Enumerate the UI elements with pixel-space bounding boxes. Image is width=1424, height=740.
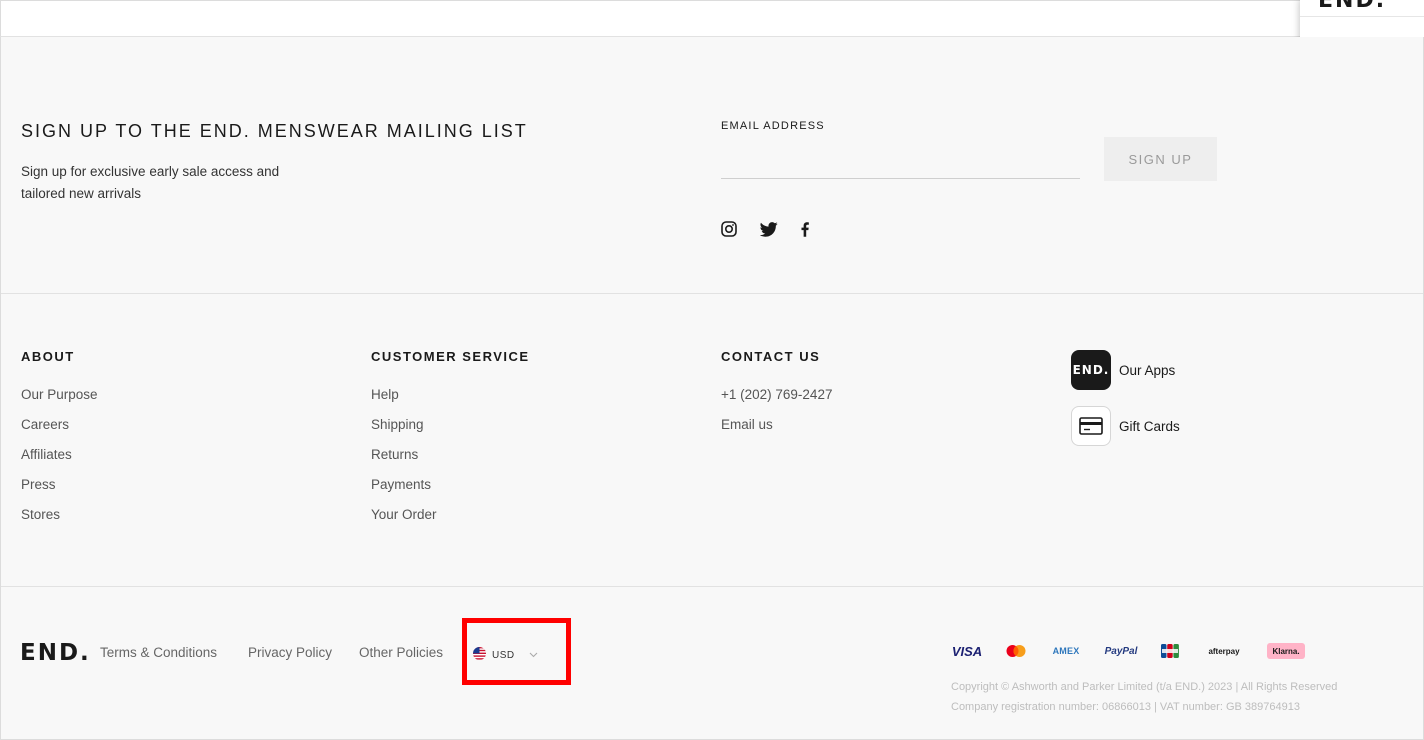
section-divider bbox=[1, 293, 1423, 294]
signup-description: Sign up for exclusive early sale access … bbox=[21, 164, 280, 201]
registration-line: Company registration number: 06866013 | … bbox=[951, 701, 1300, 713]
klarna-icon: Klarna. bbox=[1267, 643, 1305, 659]
our-apps-link[interactable]: END. Our Apps bbox=[1071, 350, 1175, 390]
customer-service-link[interactable]: Returns bbox=[371, 445, 437, 475]
customer-service-link[interactable]: Payments bbox=[371, 475, 437, 505]
visa-icon: VISA bbox=[951, 643, 983, 659]
about-link[interactable]: Press bbox=[21, 475, 98, 505]
us-flag-icon bbox=[473, 647, 486, 663]
header-strip bbox=[0, 0, 1424, 37]
signup-title: SIGN UP TO THE END. MENSWEAR MAILING LIS… bbox=[21, 121, 528, 141]
about-heading: ABOUT bbox=[21, 349, 75, 364]
currency-selector[interactable]: USD bbox=[473, 647, 538, 663]
terms-link[interactable]: Terms & Conditions bbox=[100, 645, 217, 660]
sign-up-button[interactable]: SIGN UP bbox=[1104, 137, 1217, 181]
customer-service-list: Help Shipping Returns Payments Your Orde… bbox=[371, 385, 437, 535]
popup-divider bbox=[1300, 16, 1424, 17]
instagram-icon[interactable] bbox=[720, 220, 738, 238]
paypal-icon: PayPal bbox=[1104, 645, 1138, 657]
customer-service-link[interactable]: Help bbox=[371, 385, 437, 415]
payment-methods: VISA AMEX PayPal afterpay Klarna. bbox=[951, 642, 1305, 660]
site-footer: SIGN UP TO THE END. MENSWEAR MAILING LIS… bbox=[0, 37, 1424, 740]
gift-cards-link[interactable]: Gift Cards bbox=[1071, 406, 1180, 446]
contact-heading: CONTACT US bbox=[721, 349, 821, 364]
privacy-link[interactable]: Privacy Policy bbox=[248, 645, 332, 660]
copyright-line: Copyright © Ashworth and Parker Limited … bbox=[951, 681, 1338, 693]
contact-list: +1 (202) 769-2427 Email us bbox=[721, 385, 832, 445]
end-app-icon: END. bbox=[1071, 350, 1111, 390]
about-link[interactable]: Stores bbox=[21, 505, 98, 535]
end-logo[interactable]: END. bbox=[20, 640, 91, 666]
customer-service-heading: CUSTOMER SERVICE bbox=[371, 349, 530, 364]
chevron-down-icon bbox=[529, 650, 538, 661]
amex-icon: AMEX bbox=[1052, 646, 1080, 656]
contact-email-link[interactable]: Email us bbox=[721, 415, 832, 445]
jcb-icon bbox=[1161, 642, 1179, 660]
mastercard-icon bbox=[1005, 642, 1027, 660]
email-label: EMAIL ADDRESS bbox=[721, 120, 825, 132]
afterpay-icon: afterpay bbox=[1208, 646, 1240, 656]
email-field[interactable] bbox=[721, 147, 1080, 179]
contact-phone-link[interactable]: +1 (202) 769-2427 bbox=[721, 385, 832, 415]
about-link[interactable]: Careers bbox=[21, 415, 98, 445]
facebook-icon[interactable] bbox=[799, 220, 811, 238]
about-link[interactable]: Our Purpose bbox=[21, 385, 98, 415]
gift-cards-label: Gift Cards bbox=[1119, 418, 1180, 434]
currency-code: USD bbox=[492, 649, 515, 661]
popup-logo: END. bbox=[1318, 0, 1387, 13]
about-list: Our Purpose Careers Affiliates Press Sto… bbox=[21, 385, 98, 535]
copyright-text: Copyright © Ashworth and Parker Limited … bbox=[951, 677, 1337, 717]
section-divider bbox=[1, 586, 1423, 587]
customer-service-link[interactable]: Your Order bbox=[371, 505, 437, 535]
about-link[interactable]: Affiliates bbox=[21, 445, 98, 475]
our-apps-label: Our Apps bbox=[1119, 362, 1176, 378]
other-policies-link[interactable]: Other Policies bbox=[359, 645, 443, 660]
customer-service-link[interactable]: Shipping bbox=[371, 415, 437, 445]
credit-card-icon bbox=[1071, 406, 1111, 446]
twitter-icon[interactable] bbox=[760, 220, 778, 238]
